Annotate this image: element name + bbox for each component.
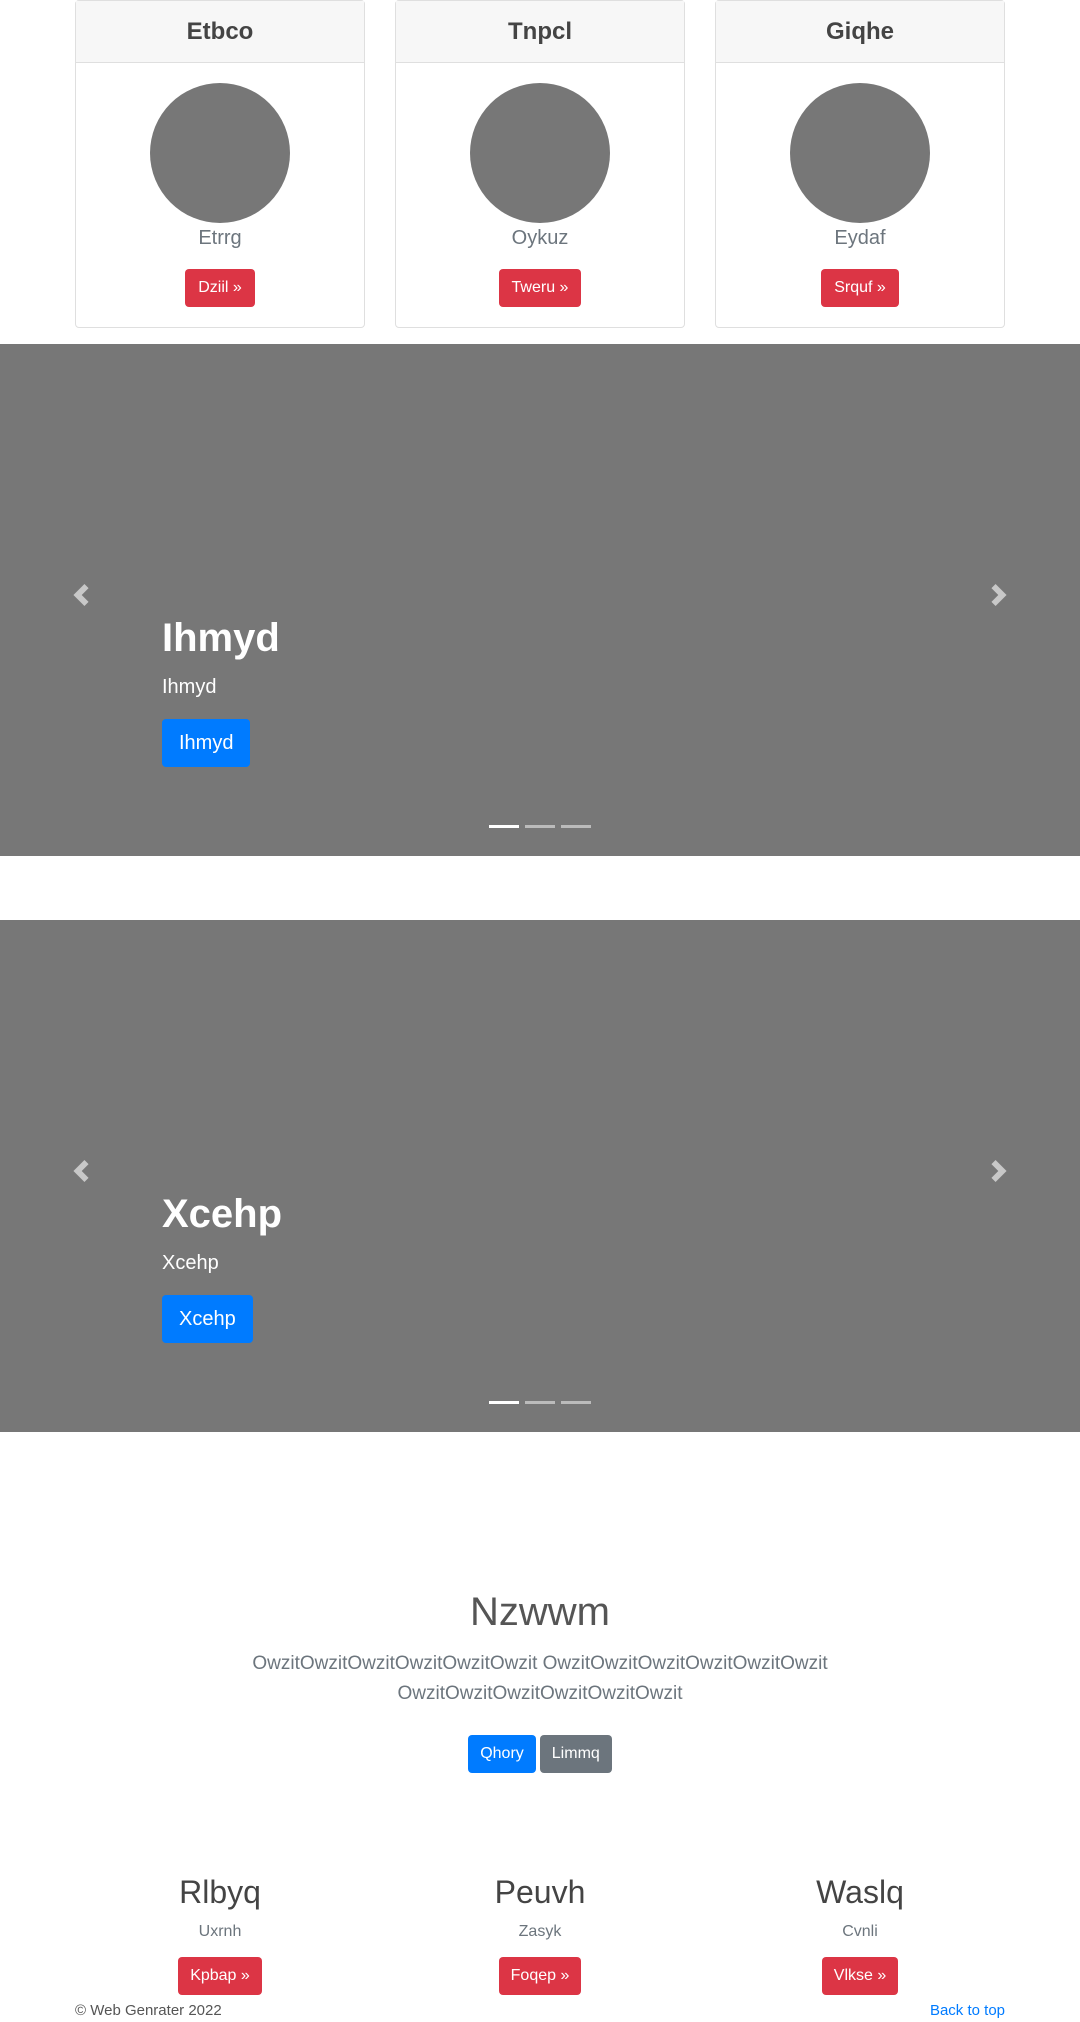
carousel-indicators <box>489 1401 591 1404</box>
cards-row: Etbco Etrrg Dziil » Tnpcl Oykuz Tweru » … <box>75 0 1005 328</box>
carousel-indicators <box>489 825 591 828</box>
card: Etbco Etrrg Dziil » <box>75 0 365 328</box>
jumbotron: Nzwwm OwzitOwzitOwzitOwzitOwzitOwzit Owz… <box>0 1590 1080 1773</box>
carousel-indicator[interactable] <box>489 825 519 828</box>
carousel-indicator[interactable] <box>525 1401 555 1404</box>
card-image-placeholder <box>790 83 930 223</box>
chevron-left-icon[interactable] <box>69 1160 93 1184</box>
jumbotron-title: Nzwwm <box>470 1590 610 1634</box>
carousel: Ihmyd Ihmyd Ihmyd <box>0 344 1080 856</box>
carousel-caption: Xcehp Xcehp Xcehp <box>162 1192 282 1343</box>
feature-button[interactable]: Vlkse » <box>821 1957 899 1995</box>
chevron-right-icon[interactable] <box>987 584 1011 608</box>
card-button[interactable]: Tweru » <box>498 269 582 307</box>
card-title: Tnpcl <box>396 1 684 63</box>
carousel-text: Ihmyd <box>162 676 217 698</box>
card-title: Giqhe <box>716 1 1004 63</box>
carousel-indicator[interactable] <box>525 825 555 828</box>
feature-column: Waslq Cvnli Vlkse » <box>715 1874 1005 1995</box>
card-image-placeholder <box>470 83 610 223</box>
features-row: Rlbyq Uxrnh Kpbap » Peuvh Zasyk Foqep » … <box>75 1874 1005 2004</box>
feature-subtitle: Uxrnh <box>198 1923 242 1940</box>
carousel-title: Xcehp <box>162 1192 283 1236</box>
card-button[interactable]: Dziil » <box>185 269 255 307</box>
carousel-title: Ihmyd <box>162 616 280 660</box>
chevron-left-icon[interactable] <box>69 584 93 608</box>
feature-button[interactable]: Kpbap » <box>178 1957 262 1995</box>
jumbotron-buttons: Qhory Limmq <box>0 1735 1080 1773</box>
carousel-indicator[interactable] <box>489 1401 519 1404</box>
chevron-right-icon[interactable] <box>987 1160 1011 1184</box>
jumbotron-lead: OwzitOwzitOwzitOwzitOwzitOwzit OwzitOwzi… <box>252 1653 828 1704</box>
feature-subtitle: Cvnli <box>842 1923 878 1940</box>
carousel-indicator[interactable] <box>561 1401 591 1404</box>
card-image-placeholder <box>150 83 290 223</box>
feature-title: Waslq <box>816 1874 904 1910</box>
feature-title: Peuvh <box>494 1874 586 1910</box>
card-subtitle: Etrrg <box>198 227 242 249</box>
carousel: Xcehp Xcehp Xcehp <box>0 920 1080 1432</box>
card: Giqhe Eydaf Srquf » <box>715 0 1005 328</box>
footer: © Web Genrater 2022 Back to top <box>75 1998 1005 2022</box>
carousel-text: Xcehp <box>162 1252 219 1274</box>
card-button[interactable]: Srquf » <box>821 269 899 307</box>
feature-title: Rlbyq <box>179 1874 261 1910</box>
card-subtitle: Oykuz <box>511 227 569 249</box>
card: Tnpcl Oykuz Tweru » <box>395 0 685 328</box>
feature-column: Peuvh Zasyk Foqep » <box>395 1874 685 1995</box>
primary-button[interactable]: Qhory <box>468 1735 536 1773</box>
card-title: Etbco <box>76 1 364 63</box>
back-to-top-link[interactable]: Back to top <box>930 2002 1005 2019</box>
carousel-button[interactable]: Ihmyd <box>162 719 251 767</box>
carousel-button[interactable]: Xcehp <box>162 1295 253 1343</box>
feature-column: Rlbyq Uxrnh Kpbap » <box>75 1874 365 1995</box>
card-subtitle: Eydaf <box>834 227 886 249</box>
feature-subtitle: Zasyk <box>518 1923 562 1940</box>
carousel-indicator[interactable] <box>561 825 591 828</box>
feature-button[interactable]: Foqep » <box>498 1957 582 1995</box>
carousel-caption: Ihmyd Ihmyd Ihmyd <box>162 616 280 767</box>
secondary-button[interactable]: Limmq <box>539 1735 612 1773</box>
footer-copyright: © Web Genrater 2022 <box>75 2001 222 2019</box>
